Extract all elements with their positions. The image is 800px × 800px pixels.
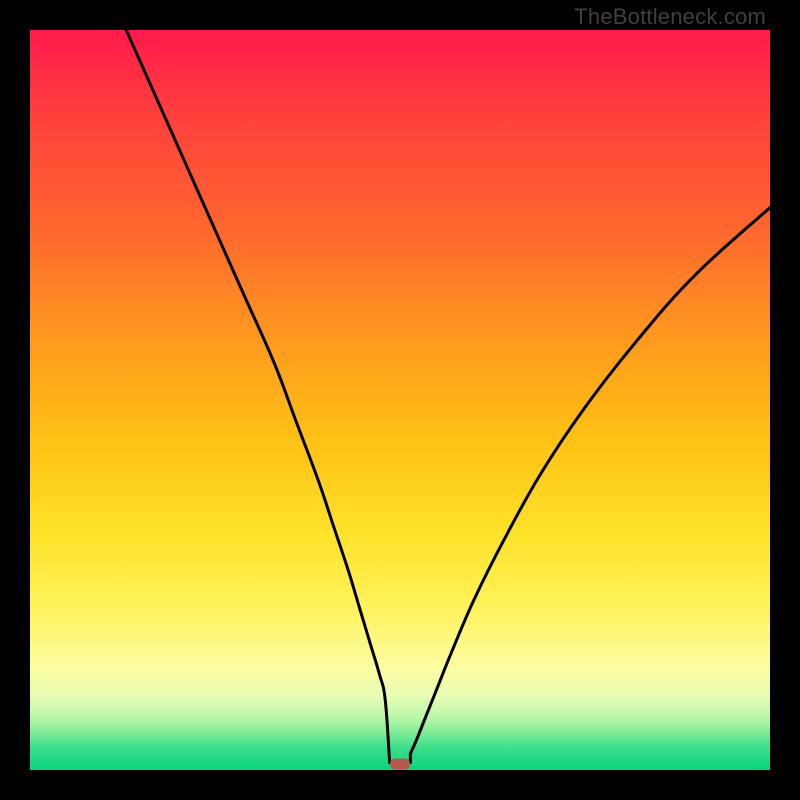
chart-frame xyxy=(30,30,770,770)
bottleneck-curve xyxy=(30,30,770,770)
minimum-marker xyxy=(390,759,410,770)
watermark-text: TheBottleneck.com xyxy=(574,4,766,30)
